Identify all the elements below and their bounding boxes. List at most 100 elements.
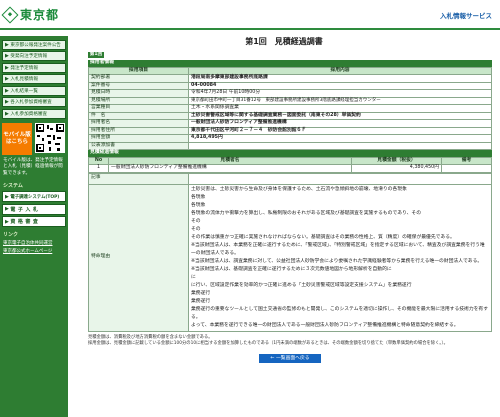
- row-value: 04-00084: [188, 81, 492, 90]
- remarks-label: 記事: [88, 172, 189, 185]
- row-value: 東京都町田市中町一丁目31番12号 東部建設事務所建設事務所3階底路課経理担当カ…: [188, 96, 492, 105]
- table-row: 記事: [88, 172, 492, 185]
- row-value: 土木・水系関係調査業: [188, 104, 492, 113]
- table-row: 契約部署 港段局南多摩東部建設事務所底路課: [88, 74, 492, 83]
- tokyo-logo[interactable]: 東京都: [1, 6, 60, 23]
- mobile-version-box[interactable]: モバイル版 はこちら: [2, 122, 66, 155]
- bid-info-table: No 見積者名 見積金額（税抜） 備考 1 一般財団法人砂防フロンティア整備推進…: [88, 156, 492, 173]
- row-value: 東京都千代田区平河町２－７－４ 砂防会館別館６Ｆ: [188, 126, 492, 135]
- systems-section-label: システム: [3, 183, 23, 190]
- reason-line: 各現象: [191, 194, 206, 200]
- footer-note-2: 採用金額は、見積金額に記載している金額に100分の10に相当する金額を加算したも…: [88, 341, 448, 346]
- site-title: 入札情報サービス: [440, 12, 492, 20]
- table-row: 採用者名 一般財団法人砂防フロンティア整備推進機構: [88, 119, 492, 128]
- row-label: 公表添加書: [88, 141, 189, 150]
- reason-label: 特命理由: [88, 183, 189, 332]
- reason-text: 土砂災害は、土砂災害から生命及び身体を保護するため、土石流や急傾斜地の崩壊、地滑…: [188, 183, 492, 332]
- table-row: 件 名土砂災害警戒区域等に関する基礎調査業務－図面委託（南東その28）単価契約: [88, 111, 492, 120]
- system-link-qualification[interactable]: ▶ 資格審査: [2, 216, 66, 228]
- table-row: 1 一般財団法人砂防フロンティア整備推進機構 4,380,450円: [88, 164, 492, 173]
- sidebar-item-public-notice[interactable]: ▶ 東京都公報発注案件公告: [2, 39, 66, 50]
- arrow-right-icon: ▶: [5, 76, 9, 82]
- back-to-list-button[interactable]: ← 一覧画面へ戻る: [259, 353, 321, 363]
- reason-line: に行い、区域設定作業を効率的かつ正確に進める「土砂災害警戒区域等設定支援システム…: [191, 282, 412, 288]
- reason-line: 業務遂行: [191, 298, 211, 304]
- table-row: 特命理由 土砂災害は、土砂災害から生命及び身体を保護するため、土石流や急傾斜地の…: [88, 183, 492, 332]
- arrow-right-icon: ▶: [5, 110, 9, 117]
- reason-line: 土砂災害は、土砂災害から生命及び身体を保護するため、土石流や急傾斜地の崩壊、地滑…: [191, 186, 407, 192]
- arrow-right-icon: ▶: [5, 218, 9, 225]
- content-area: 採用者情報 採用項目 採用内容 契約部署 港段局南多摩東部建設事務所底路課 案件番…: [88, 60, 492, 363]
- table-row: 見積日時 令和4年7月28日 午前10時00分: [88, 89, 492, 98]
- row-label: 採用金額: [88, 134, 189, 143]
- system-link-electronic-procurement[interactable]: ▶ 電子調達システム(TOP): [2, 191, 66, 203]
- column-header-content: 採用内容: [188, 66, 492, 75]
- footer-notes: 見積金額は、消費税及び地方消費税の額を含まない金額である。 採用金額は、見積金額…: [88, 335, 492, 348]
- row-value: 港段局南多摩東部建設事務所底路課: [188, 74, 492, 83]
- bid-bidder-name: 一般財団法人砂防フロンティア整備推進機構: [108, 164, 352, 173]
- row-label: 見積場所: [88, 96, 189, 105]
- column-header-amount: 見積金額（税抜）: [351, 156, 442, 165]
- reason-line: ※当該財団法人は、基礎調査を正確に遂行するために３次元数値地図から地形解析を自動…: [191, 266, 392, 272]
- column-header-bidder: 見積者名: [108, 156, 352, 165]
- reason-line: その: [191, 218, 201, 224]
- table-row: 営業種目 土木・水系関係調査業: [88, 104, 492, 113]
- system-link-electronic-bid[interactable]: ▶ 電子入札: [2, 203, 66, 215]
- row-value: 一般財団法人砂防フロンティア整備推進機構: [188, 119, 492, 128]
- column-header-note: 備考: [441, 156, 492, 165]
- column-header-item: 採用項目: [88, 66, 189, 75]
- page-title: 第1回 見積経過調書: [245, 37, 323, 46]
- sidebar-item-qualification[interactable]: ▶ 入札参加資格審査: [2, 108, 66, 119]
- reason-line: ※当該財団法人は、調査業務に対して、公益社団法人砂防学会により委嘱された学識経験…: [191, 258, 483, 264]
- sidebar-item-bid-results[interactable]: ▶ 入札結果一覧: [2, 85, 66, 96]
- arrow-right-icon: ▶: [5, 99, 9, 105]
- mobile-version-label: モバイル版 はこちら: [2, 122, 32, 155]
- table-row: 公表添加書: [88, 141, 492, 150]
- bid-no: 1: [88, 164, 109, 173]
- external-link-joint-operation[interactable]: 東京電子自治体共同運営: [3, 240, 65, 246]
- reason-line: ※当該財団法人は、本業務を正確に遂行するために、「警戒区域」、「特別警戒区域」を…: [191, 242, 485, 256]
- reason-line: 各現象の流体力や衝撃力を算出し、私権制限のおそれがある区域及び基礎調査を実施する…: [191, 210, 422, 216]
- sidebar-item-qualification-list[interactable]: ▶ 各入札参加資格審査: [2, 97, 66, 107]
- table-row: 案件番号 04-00084: [88, 81, 492, 90]
- row-label: 見積日時: [88, 89, 189, 98]
- arrow-right-icon: ▶: [5, 64, 9, 71]
- site-header: 東京都 入札情報サービス: [0, 0, 500, 36]
- row-label: 採用者住所: [88, 126, 189, 135]
- row-label: 採用者名: [88, 119, 189, 128]
- sidebar-item-order-plan[interactable]: ▶ 発注予定情報: [2, 62, 66, 73]
- remarks-table: 記事 特命理由 土砂災害は、土砂災害から生命及び身体を保護するため、土石流や急傾…: [88, 172, 492, 332]
- arrow-right-icon: ▶: [5, 193, 9, 200]
- sidebar: ▶ 東京都公報発注案件公告 ▶ 受発向注予定情報 ▶ 発注予定情報 ▶ 入札見積情報 ▶…: [0, 36, 68, 417]
- table-header-row: 採用項目 採用内容: [88, 66, 492, 75]
- table-row: 見積場所 東京都町田市中町一丁目31番12号 東部建設事務所建設事務所3階底路課経…: [88, 96, 492, 105]
- row-value: 4,818,495円: [188, 134, 492, 143]
- links-section-label: リンク: [3, 232, 19, 239]
- table-row: 採用金額 4,818,495円: [88, 134, 492, 143]
- bid-note: [441, 164, 492, 173]
- arrow-right-icon: ▶: [5, 41, 9, 48]
- reason-line: 業務遂行の重要なツールとして国土交通省の監修のもと開発し、このシステムを適切に操…: [191, 306, 489, 320]
- column-header-no: No: [88, 156, 109, 165]
- row-label: 件 名: [88, 111, 189, 120]
- row-value: [188, 141, 492, 150]
- sidebar-item-bid-info[interactable]: ▶ 入札見積情報: [2, 74, 66, 84]
- header-divider: [0, 28, 500, 30]
- qr-code-icon: [35, 122, 65, 153]
- logo-text: 東京都: [20, 8, 60, 22]
- reason-line: その作業は慎重かつ正確に実施されなければならない。基礎調査はその業務の性格上、質…: [191, 234, 455, 240]
- reason-line: に: [191, 274, 196, 280]
- remarks-value: [188, 172, 492, 185]
- row-label: 営業種目: [88, 104, 189, 113]
- tokyo-emblem-icon: [1, 6, 19, 23]
- external-link-tokyo-official[interactable]: 東京都公式ホームページ: [3, 248, 65, 254]
- row-value: 土砂災害警戒区域等に関する基礎調査業務－図面委託（南東その28）単価契約: [188, 111, 492, 120]
- table-header-row: No 見積者名 見積金額（税抜） 備考: [88, 156, 492, 165]
- row-value: 令和4年7月28日 午前10時00分: [188, 89, 492, 98]
- reason-line: 各現象: [191, 202, 206, 208]
- tab-round-1[interactable]: 第1回: [88, 52, 104, 58]
- arrow-right-icon: ▶: [5, 53, 9, 59]
- arrow-right-icon: ▶: [5, 87, 9, 94]
- table-row: 採用者住所 東京都千代田区平河町２－７－４ 砂防会館別館６Ｆ: [88, 126, 492, 135]
- sidebar-item-order-schedule[interactable]: ▶ 受発向注予定情報: [2, 51, 66, 61]
